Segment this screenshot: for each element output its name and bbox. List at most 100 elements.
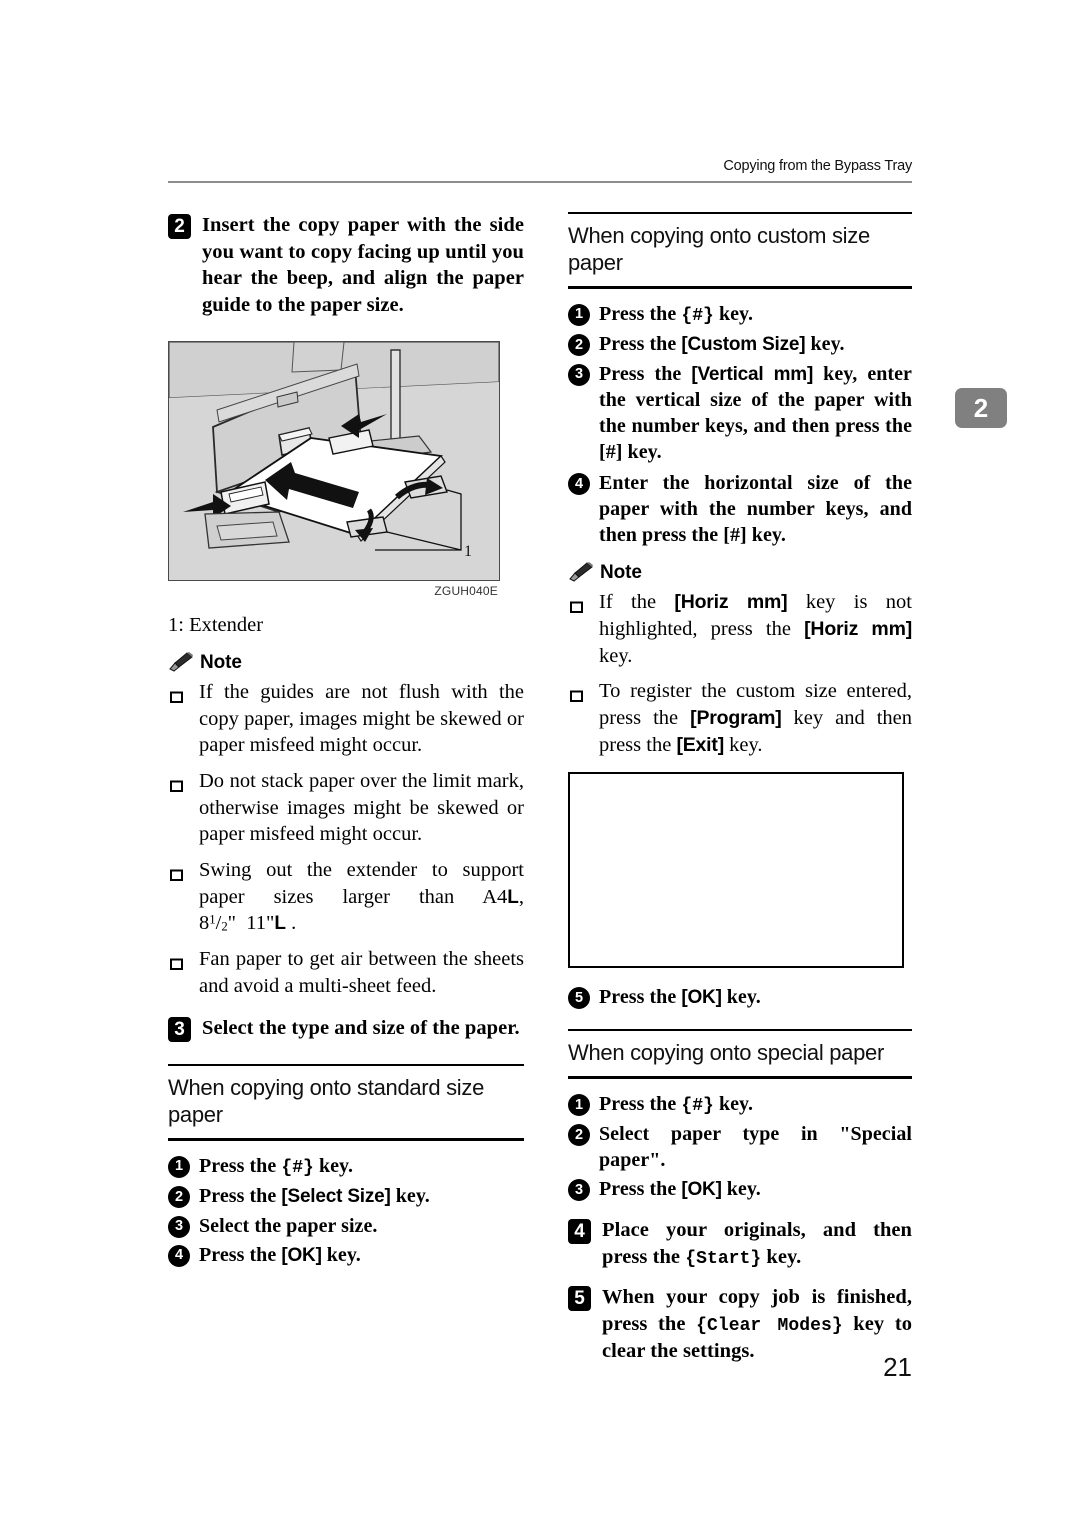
chapter-tab: 2 <box>955 388 1007 428</box>
step-number-badge: 5 <box>568 1285 591 1311</box>
key-label: [Vertical mm] <box>691 363 814 385</box>
note-item-text: Fan paper to get air between the sheets … <box>199 948 524 997</box>
step-4: 4 Place your originals, and then press t… <box>568 1217 912 1271</box>
inch-mark-1: " <box>227 912 237 935</box>
substep-number-badge: 3 <box>568 1179 590 1202</box>
key-label: [OK] <box>681 1179 722 1201</box>
note-extender-prefix: Swing out the extender to support paper … <box>199 859 524 908</box>
substep-text-pre: Press the <box>199 1154 282 1177</box>
substep: 4 Enter the horizontal size of the paper… <box>568 470 912 548</box>
right-column: When copying onto custom size paper 1 Pr… <box>568 212 912 1378</box>
note-label: Note <box>600 562 642 584</box>
substep: 5 Press the [OK] key. <box>568 984 912 1011</box>
substep: 4 Press the [OK] key. <box>168 1242 524 1269</box>
key-label: {#} <box>681 305 714 326</box>
note-bullet-icon <box>170 774 184 793</box>
step-2: 2 Insert the copy paper with the side yo… <box>168 212 524 319</box>
key-label: [Program] <box>690 706 782 729</box>
note-bullet-icon <box>170 685 184 704</box>
substep-text-pre: Enter the horizontal size of the paper w… <box>599 472 912 547</box>
note-heading: Note <box>568 562 912 584</box>
note-heading: Note <box>168 652 524 674</box>
note-bullet-icon <box>570 684 584 703</box>
substep-text-pre: Press the <box>199 1185 282 1208</box>
note-item-extender: Swing out the extender to support paper … <box>168 857 524 937</box>
substep-text-pre: Press the <box>599 1092 682 1115</box>
key-label: [Horiz mm] <box>674 591 788 614</box>
figure-code: ZGUH040E <box>434 583 498 598</box>
key-label: [Select Size] <box>281 1186 391 1208</box>
key-label: {#} <box>281 1157 314 1178</box>
pencil-icon <box>168 652 194 672</box>
key-label: [Exit] <box>676 733 724 756</box>
figure-caption: 1: Extender <box>168 613 264 636</box>
section-custom-size: When copying onto custom size paper <box>568 212 912 289</box>
substep-text-pre: Select the paper size. <box>199 1214 378 1237</box>
note-bullet-icon <box>570 595 584 614</box>
substep-number-badge: 3 <box>168 1215 190 1238</box>
substep-number-badge: 2 <box>568 1124 590 1147</box>
note-text-c: key. <box>599 644 633 667</box>
note-item: Fan paper to get air between the sheets … <box>168 946 524 999</box>
note-extender-width: 11" <box>246 912 275 935</box>
substep: 3 Select the paper size. <box>168 1213 524 1239</box>
substep-text-post: key. <box>713 302 754 325</box>
substep-text-post: key. <box>313 1154 354 1177</box>
substep-text-pre: Press the <box>599 302 682 325</box>
substep: 2 Press the [Custom Size] key. <box>568 331 912 358</box>
step-number-badge: 3 <box>168 1017 191 1043</box>
bypass-tray-illustration: 1 <box>169 341 499 580</box>
note-bullet-icon <box>170 952 184 971</box>
screen-illustration-placeholder <box>568 772 904 969</box>
note-item-text: If the guides are not flush with the cop… <box>199 681 524 757</box>
section-heading: When copying onto custom size paper <box>568 223 870 275</box>
note-item: If the guides are not flush with the cop… <box>168 679 524 759</box>
substep-number-badge: 1 <box>568 303 590 326</box>
substep: 3 Press the [OK] key. <box>568 1176 912 1203</box>
header-rule <box>168 181 912 183</box>
substep-number-badge: 2 <box>168 1186 190 1209</box>
substep-text-post: key. <box>805 333 845 356</box>
fraction-numerator: 1 <box>209 912 216 927</box>
running-header: Copying from the Bypass Tray <box>723 158 912 174</box>
note-text-c: key. <box>724 733 763 756</box>
key-label: [OK] <box>681 987 722 1009</box>
note-item: Do not stack paper over the limit mark, … <box>168 768 524 848</box>
note-item-register: To register the custom size entered, pre… <box>568 678 912 758</box>
key-label: {Start} <box>685 1248 762 1269</box>
figure-bypass-tray: 1 ZGUH040E <box>168 340 524 598</box>
section-standard-size: When copying onto standard size paper <box>168 1063 524 1141</box>
substep-text-pre: Press the <box>599 1178 682 1201</box>
substep-text-post: key. <box>721 986 761 1009</box>
substep-text-post: key. <box>713 1092 754 1115</box>
section-special-paper: When copying onto special paper <box>568 1028 912 1079</box>
key-label: [Custom Size] <box>681 334 806 356</box>
substep-number-badge: 2 <box>568 334 590 357</box>
step-number-badge: 4 <box>568 1218 591 1244</box>
step-3: 3 Select the type and size of the paper. <box>168 1015 524 1043</box>
substep: 3 Press the [Vertical mm] key, enter the… <box>568 361 912 466</box>
substep-text-post: key. <box>321 1243 361 1266</box>
section-rule-bottom <box>168 1137 524 1141</box>
key-label: [OK] <box>281 1244 322 1266</box>
substep-text-pre: Press the <box>599 986 682 1009</box>
substep: 1 Press the {#} key. <box>168 1153 524 1180</box>
substep-number-badge: 1 <box>568 1093 590 1116</box>
substep-number-badge: 3 <box>568 363 590 386</box>
key-label: {Clear Modes} <box>696 1315 843 1336</box>
section-heading: When copying onto standard size paper <box>168 1074 485 1127</box>
note-item-horiz: If the [Horiz mm] key is not highlighted… <box>568 589 912 669</box>
note-bullet-icon <box>170 863 184 882</box>
section-rule-bottom <box>568 285 912 289</box>
pencil-icon <box>568 562 594 583</box>
note-label: Note <box>200 652 242 674</box>
left-column: 2 Insert the copy paper with the side yo… <box>168 212 524 1271</box>
substep-text-pre: Select paper type in "Special paper". <box>599 1123 912 1172</box>
substep: 1 Press the {#} key. <box>568 301 912 328</box>
substep-number-badge: 4 <box>168 1244 190 1267</box>
svg-text:1: 1 <box>464 543 472 560</box>
step-5: 5 When your copy job is finished, press … <box>568 1284 912 1365</box>
substep-text-pre: Press the <box>199 1243 282 1266</box>
figure-image: 1 <box>168 340 500 581</box>
step-3-text: Select the type and size of the paper. <box>202 1017 520 1040</box>
